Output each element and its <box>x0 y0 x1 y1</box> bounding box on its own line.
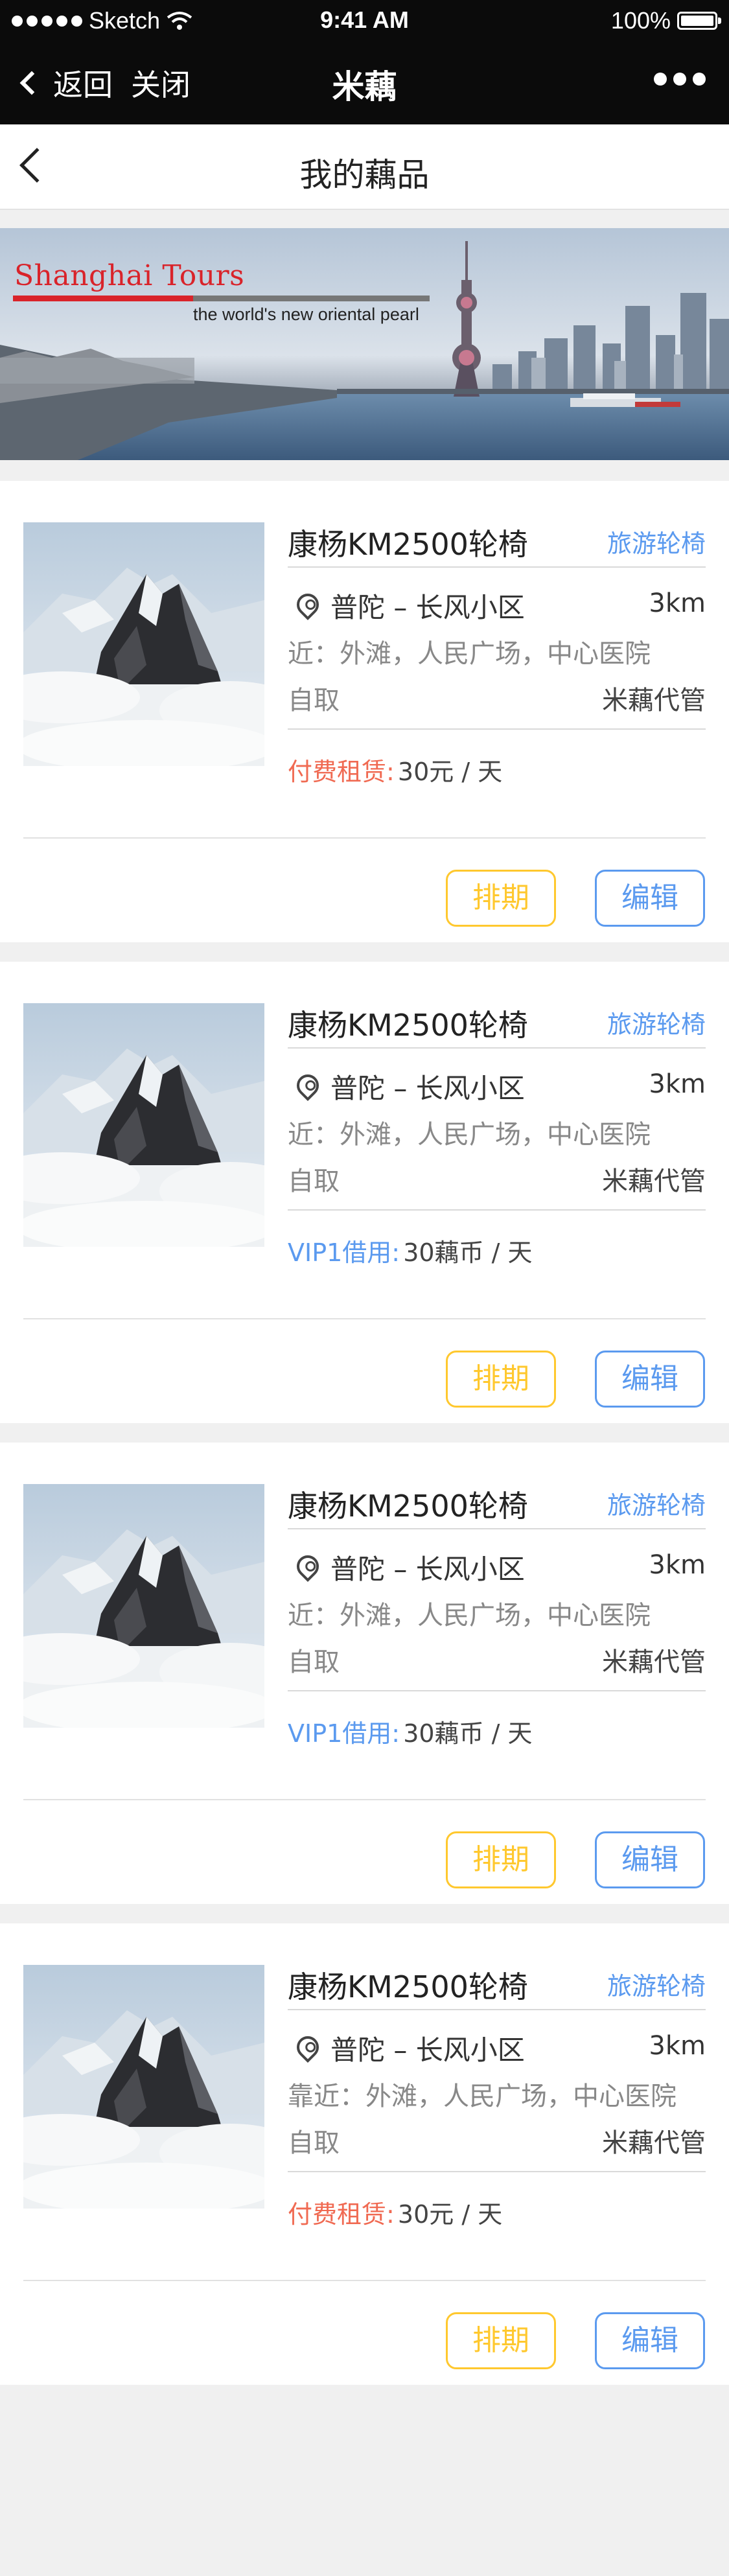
item-location: 普陀 – 长风小区 <box>330 1553 525 1585</box>
item-category[interactable]: 旅游轮椅 <box>607 1004 706 1040</box>
card-divider <box>23 1318 706 1319</box>
banner-brand: Shanghai Tours <box>14 259 245 292</box>
app-bar: 返回 关闭 米藕 <box>0 41 729 124</box>
item-photo <box>23 1003 264 1247</box>
battery-percent: 100% <box>610 7 671 34</box>
item-custody: 米藕代管 <box>602 2128 706 2158</box>
location-pin-icon <box>292 1550 324 1583</box>
item-category[interactable]: 旅游轮椅 <box>607 524 706 559</box>
app-title: 米藕 <box>332 68 397 106</box>
price-label: 付费租赁: <box>288 758 395 786</box>
schedule-button[interactable]: 排期 <box>446 2312 556 2369</box>
edit-button[interactable]: 编辑 <box>595 2312 705 2369</box>
banner-tagline: the world's new oriental pearl <box>193 305 419 324</box>
edit-button[interactable]: 编辑 <box>595 870 705 927</box>
item-custody: 米藕代管 <box>602 1647 706 1677</box>
schedule-button[interactable]: 排期 <box>446 870 556 927</box>
item-category[interactable]: 旅游轮椅 <box>607 1485 706 1521</box>
edit-button[interactable]: 编辑 <box>595 1351 705 1408</box>
item-distance: 3km <box>649 1069 706 1099</box>
item-name[interactable]: 康杨KM2500轮椅 <box>288 1483 528 1526</box>
item-info: 康杨KM2500轮椅 旅游轮椅 普陀 – 长风小区 3km 近：外滩，人民广场，… <box>288 1476 706 1765</box>
item-distance: 3km <box>649 588 706 618</box>
item-thumbnail[interactable] <box>23 1484 264 1728</box>
item-thumbnail[interactable] <box>23 1965 264 2209</box>
item-category[interactable]: 旅游轮椅 <box>607 1966 706 2002</box>
price-label: 付费租赁: <box>288 2200 395 2229</box>
item-nearby: 近：外滩，人民广场，中心医院 <box>288 1601 651 1630</box>
item-thumbnail[interactable] <box>23 522 264 766</box>
item-distance: 3km <box>649 2031 706 2061</box>
price-label: VIP1借用: <box>288 1238 400 1267</box>
item-location: 普陀 – 长风小区 <box>330 2034 525 2066</box>
item-distance: 3km <box>649 1550 706 1580</box>
item-nearby: 近：外滩，人民广场，中心医院 <box>288 1120 651 1150</box>
item-pickup: 自取 <box>288 2128 340 2158</box>
price-value: 30藕币 / 天 <box>403 1238 533 1267</box>
item-card[interactable]: 康杨KM2500轮椅 旅游轮椅 普陀 – 长风小区 3km 近：外滩，人民广场，… <box>0 1443 729 1904</box>
location-pin-icon <box>292 588 324 621</box>
schedule-button[interactable]: 排期 <box>446 1831 556 1888</box>
top-bar: Sketch 9:41 AM 100% 返回 关闭 米藕 <box>0 0 729 124</box>
item-location: 普陀 – 长风小区 <box>330 592 525 623</box>
edit-button[interactable]: 编辑 <box>595 1831 705 1888</box>
page-title: 我的藕品 <box>299 156 430 194</box>
item-pickup: 自取 <box>288 1166 340 1196</box>
item-custody: 米藕代管 <box>602 1166 706 1196</box>
battery-icon <box>677 12 721 30</box>
price-value: 30藕币 / 天 <box>403 1719 533 1748</box>
banner-divider <box>193 296 430 301</box>
item-custody: 米藕代管 <box>602 686 706 715</box>
item-thumbnail[interactable] <box>23 1003 264 1247</box>
price-value: 30元 / 天 <box>397 2200 503 2229</box>
price-label: VIP1借用: <box>288 1719 400 1748</box>
price-value: 30元 / 天 <box>397 758 503 786</box>
card-divider <box>23 1799 706 1800</box>
page-header: 我的藕品 <box>0 124 729 210</box>
item-photo <box>23 1965 264 2209</box>
item-info: 康杨KM2500轮椅 旅游轮椅 普陀 – 长风小区 3km 近：外滩，人民广场，… <box>288 995 706 1284</box>
item-info: 康杨KM2500轮椅 旅游轮椅 普陀 – 长风小区 3km 近：外滩，人民广场，… <box>288 515 706 804</box>
item-photo <box>23 522 264 766</box>
status-bar: Sketch 9:41 AM 100% <box>0 0 729 41</box>
card-divider <box>23 837 706 839</box>
promo-banner[interactable]: Shanghai Tours the world's new oriental … <box>0 228 729 460</box>
item-card[interactable]: 康杨KM2500轮椅 旅游轮椅 普陀 – 长风小区 3km 靠近：外滩，人民广场… <box>0 1923 729 2385</box>
item-card[interactable]: 康杨KM2500轮椅 旅游轮椅 普陀 – 长风小区 3km 近：外滩，人民广场，… <box>0 481 729 942</box>
location-pin-icon <box>292 1069 324 1102</box>
item-photo <box>23 1484 264 1728</box>
item-name[interactable]: 康杨KM2500轮椅 <box>288 1002 528 1045</box>
item-name[interactable]: 康杨KM2500轮椅 <box>288 1964 528 2006</box>
schedule-button[interactable]: 排期 <box>446 1351 556 1408</box>
item-info: 康杨KM2500轮椅 旅游轮椅 普陀 – 长风小区 3km 靠近：外滩，人民广场… <box>288 1957 706 2246</box>
item-pickup: 自取 <box>288 1647 340 1677</box>
location-pin-icon <box>292 2031 324 2063</box>
item-nearby: 近：外滩，人民广场，中心医院 <box>288 639 651 669</box>
item-location: 普陀 – 长风小区 <box>330 1073 525 1104</box>
item-name[interactable]: 康杨KM2500轮椅 <box>288 521 528 564</box>
item-card[interactable]: 康杨KM2500轮椅 旅游轮椅 普陀 – 长风小区 3km 近：外滩，人民广场，… <box>0 962 729 1423</box>
banner-brand-underline <box>13 296 193 301</box>
item-nearby: 靠近：外滩，人民广场，中心医院 <box>288 2082 677 2111</box>
more-dots-icon[interactable] <box>654 73 706 86</box>
card-divider <box>23 2280 706 2281</box>
item-pickup: 自取 <box>288 686 340 715</box>
